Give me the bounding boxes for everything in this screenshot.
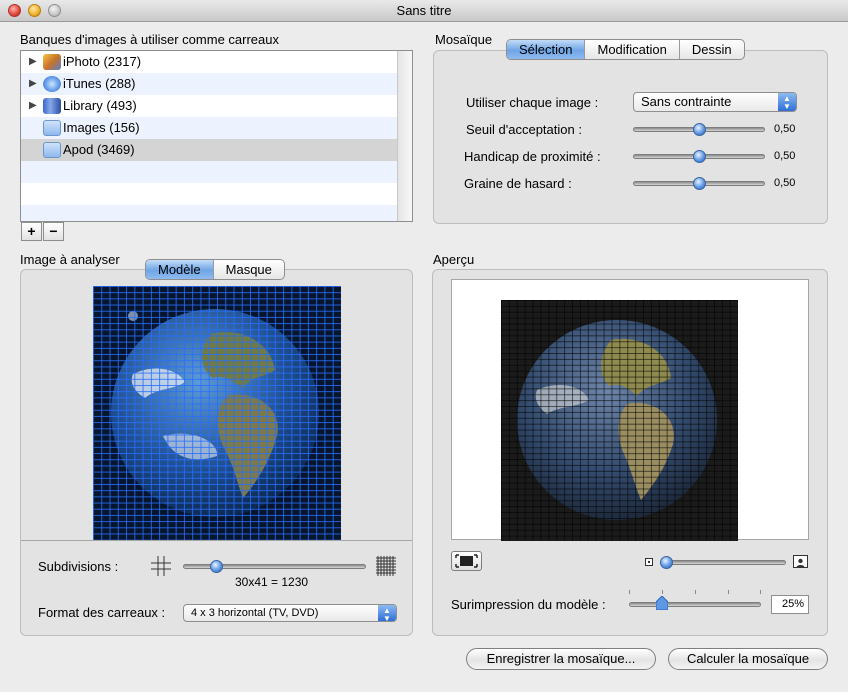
tab-selection[interactable]: Sélection — [507, 40, 586, 59]
popup-arrows-icon: ▲ ▼ — [778, 93, 796, 111]
subdivisions-value: 30x41 = 1230 — [235, 575, 309, 589]
disclosure-triangle-icon[interactable]: ▶ — [29, 73, 37, 95]
disclosure-triangle-icon[interactable]: ▶ — [29, 51, 37, 73]
list-item-itunes[interactable]: ▶ iTunes (288) — [21, 73, 412, 95]
overprint-knob[interactable] — [655, 595, 669, 611]
close-window-button[interactable] — [8, 4, 21, 17]
fine-grid-icon — [375, 555, 397, 577]
image-banks-label: Banques d'images à utiliser comme carrea… — [20, 32, 279, 47]
fullscreen-button[interactable] — [451, 551, 482, 571]
random-seed-label: Graine de hasard : — [464, 176, 572, 191]
tile-format-value: 4 x 3 horizontal (TV, DVD) — [191, 607, 319, 619]
list-item-label: iPhoto (2317) — [63, 54, 142, 69]
proximity-handicap-knob[interactable] — [693, 150, 706, 163]
subdivisions-knob[interactable] — [209, 560, 223, 573]
overprint-tick — [662, 590, 663, 594]
acceptance-threshold-knob[interactable] — [693, 123, 706, 136]
use-each-image-value: Sans contrainte — [641, 94, 732, 109]
mosaic-tiles-overlay — [501, 300, 738, 541]
overprint-tick — [695, 590, 696, 594]
analyze-label: Image à analyser — [20, 252, 120, 267]
list-empty-row — [21, 161, 412, 183]
use-each-image-label: Utiliser chaque image : — [466, 95, 599, 110]
itunes-icon — [43, 76, 61, 92]
acceptance-threshold-value: 0,50 — [774, 123, 796, 135]
list-empty-row — [21, 205, 412, 221]
iphoto-icon — [43, 54, 61, 70]
tab-modele[interactable]: Modèle — [146, 260, 214, 279]
proximity-handicap-label: Handicap de proximité : — [464, 149, 601, 164]
list-item-label: iTunes (288) — [63, 76, 136, 91]
overprint-tick — [760, 590, 761, 594]
fullscreen-icon — [455, 554, 478, 568]
tile-format-label: Format des carreaux : — [38, 605, 166, 620]
subdivisions-label: Subdivisions : — [38, 559, 119, 574]
compute-mosaic-button[interactable]: Calculer la mosaïque — [668, 648, 828, 670]
mosaic-label: Mosaïque — [435, 32, 493, 47]
mosaic-tabs: Sélection Modification Dessin — [506, 39, 745, 60]
library-icon — [43, 98, 61, 114]
overprint-tick — [629, 590, 630, 594]
use-each-image-popup[interactable]: Sans contrainte ▲ ▼ — [633, 92, 797, 112]
title-bar: Sans titre — [0, 0, 848, 22]
list-empty-row — [21, 183, 412, 205]
divider — [21, 540, 412, 541]
add-bank-button[interactable]: + — [21, 222, 42, 241]
mosaic-group — [433, 50, 828, 224]
tab-dessin[interactable]: Dessin — [680, 40, 744, 59]
zoom-large-icon — [793, 555, 808, 568]
coarse-grid-icon — [150, 555, 172, 577]
overprint-value-field[interactable]: 25% — [771, 595, 809, 614]
tile-format-popup[interactable]: 4 x 3 horizontal (TV, DVD) ▲ ▼ — [183, 604, 397, 623]
save-mosaic-button[interactable]: Enregistrer la mosaïque... — [466, 648, 656, 670]
zoom-slider[interactable] — [660, 560, 786, 565]
overprint-label: Surimpression du modèle : — [451, 597, 606, 612]
list-scrollbar[interactable] — [397, 51, 412, 221]
list-item-apod[interactable]: Apod (3469) — [21, 139, 412, 161]
list-item-label: Apod (3469) — [63, 142, 135, 157]
overprint-slider[interactable] — [629, 602, 761, 607]
list-item-library[interactable]: ▶ Library (493) — [21, 95, 412, 117]
zoom-window-button[interactable] — [48, 4, 61, 17]
list-item-images[interactable]: Images (156) — [21, 117, 412, 139]
tab-modification[interactable]: Modification — [585, 40, 680, 59]
window-title: Sans titre — [396, 3, 452, 18]
folder-icon — [43, 120, 61, 136]
subdivision-grid — [93, 286, 341, 540]
acceptance-threshold-label: Seuil d'acceptation : — [466, 122, 582, 137]
random-seed-knob[interactable] — [693, 177, 706, 190]
analyze-tabs: Modèle Masque — [145, 259, 285, 280]
remove-bank-button[interactable]: − — [43, 222, 64, 241]
app-window: Sans titre Banques d'images à utiliser c… — [0, 0, 848, 692]
image-banks-list[interactable]: ▶ iPhoto (2317) ▶ iTunes (288) ▶ Library… — [20, 50, 413, 222]
proximity-handicap-value: 0,50 — [774, 150, 796, 162]
popup-arrows-icon: ▲ ▼ — [378, 605, 396, 623]
tab-masque[interactable]: Masque — [214, 260, 284, 279]
list-item-label: Library (493) — [63, 98, 137, 113]
mosaic-preview-image[interactable] — [501, 300, 738, 541]
disclosure-triangle-icon[interactable]: ▶ — [29, 95, 37, 117]
minimize-window-button[interactable] — [28, 4, 41, 17]
zoom-small-icon — [645, 558, 653, 566]
random-seed-value: 0,50 — [774, 177, 796, 189]
list-item-iphoto[interactable]: ▶ iPhoto (2317) — [21, 51, 412, 73]
model-image[interactable] — [93, 286, 341, 540]
list-item-label: Images (156) — [63, 120, 140, 135]
folder-icon — [43, 142, 61, 158]
preview-label: Aperçu — [433, 252, 475, 267]
overprint-tick — [728, 590, 729, 594]
